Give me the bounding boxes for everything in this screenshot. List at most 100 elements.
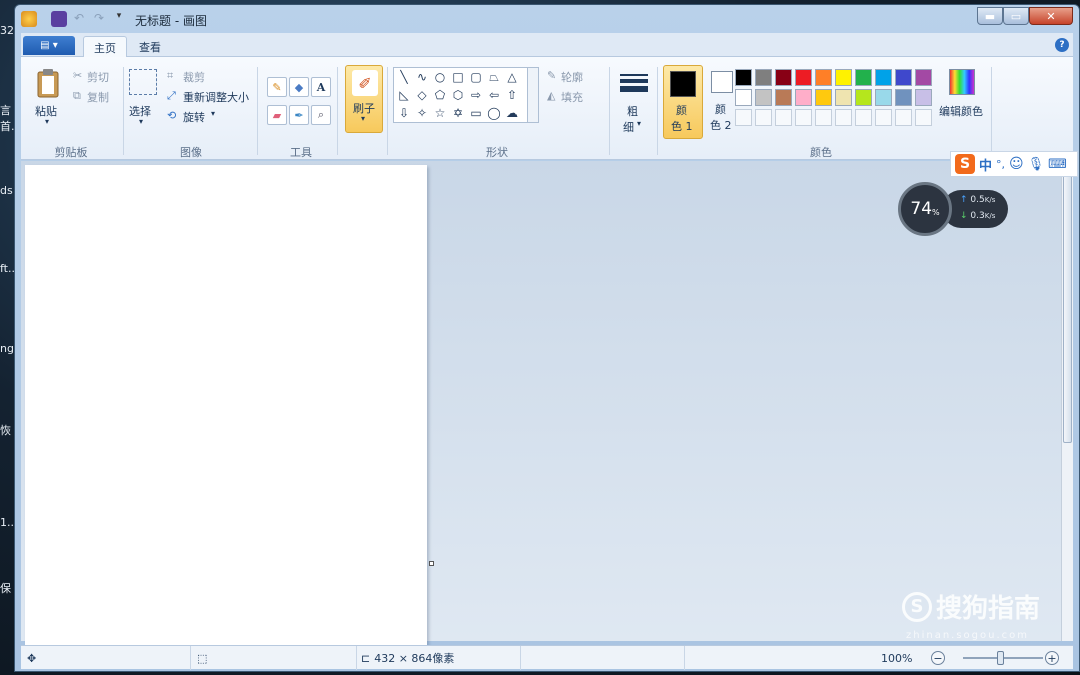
palette-swatch[interactable] (735, 69, 752, 86)
canvas-resize-handle[interactable] (429, 561, 434, 566)
palette-swatch[interactable] (855, 69, 872, 86)
zoom-slider-thumb[interactable] (997, 651, 1004, 665)
polygon-shape-icon[interactable]: ⏢ (486, 69, 502, 85)
size-dropdown-icon[interactable]: ▾ (637, 119, 641, 128)
drawing-canvas[interactable] (25, 165, 427, 645)
eraser-icon[interactable]: ▰ (267, 105, 287, 125)
palette-swatch-empty[interactable] (835, 109, 852, 126)
undo-icon[interactable]: ↶ (71, 11, 87, 27)
rotate-dropdown-icon[interactable]: ▾ (211, 109, 215, 118)
brush-button[interactable]: ✐ 刷子 ▾ (345, 65, 383, 133)
paste-dropdown-icon[interactable]: ▾ (45, 117, 49, 126)
app-icon[interactable] (21, 11, 37, 27)
palette-swatch-empty[interactable] (755, 109, 772, 126)
vertical-scrollbar[interactable] (1061, 161, 1073, 641)
five-point-star-shape-icon[interactable]: ☆ (432, 105, 448, 121)
emoji-icon[interactable]: ☺ (1009, 156, 1024, 172)
palette-swatch-empty[interactable] (895, 109, 912, 126)
size-lines-icon[interactable] (619, 69, 649, 97)
shapes-scrollbar[interactable] (527, 67, 539, 123)
text-tool-icon[interactable]: A (311, 77, 331, 97)
paste-icon[interactable] (35, 67, 61, 99)
size-label-bottom[interactable]: 细 (623, 119, 634, 135)
palette-swatch[interactable] (755, 89, 772, 106)
palette-swatch[interactable] (755, 69, 772, 86)
palette-swatch-empty[interactable] (795, 109, 812, 126)
close-button[interactable]: ✕ (1029, 7, 1073, 25)
palette-swatch[interactable] (915, 89, 932, 106)
redo-icon[interactable]: ↷ (91, 11, 107, 27)
ime-punct-toggle[interactable]: °, (996, 158, 1005, 171)
pentagon-shape-icon[interactable]: ⬠ (432, 87, 448, 103)
triangle-shape-icon[interactable]: △ (504, 69, 520, 85)
left-arrow-shape-icon[interactable]: ⇦ (486, 87, 502, 103)
palette-swatch[interactable] (775, 69, 792, 86)
four-point-star-shape-icon[interactable]: ✧ (414, 105, 430, 121)
maximize-button[interactable]: ▭ (1003, 7, 1029, 25)
select-icon[interactable] (129, 69, 157, 95)
zoom-out-button[interactable]: − (931, 651, 945, 665)
palette-swatch[interactable] (775, 89, 792, 106)
keyboard-icon[interactable]: ⌨ (1048, 157, 1067, 172)
oval-callout-shape-icon[interactable]: ◯ (486, 105, 502, 121)
diamond-shape-icon[interactable]: ◇ (414, 87, 430, 103)
palette-swatch-empty[interactable] (775, 109, 792, 126)
help-icon[interactable]: ? (1055, 38, 1069, 52)
right-arrow-shape-icon[interactable]: ⇨ (468, 87, 484, 103)
zoom-in-button[interactable]: + (1045, 651, 1059, 665)
palette-swatch[interactable] (895, 89, 912, 106)
palette-swatch[interactable] (835, 69, 852, 86)
color-picker-icon[interactable]: ✒ (289, 105, 309, 125)
minimize-button[interactable]: ▬ (977, 7, 1003, 25)
rect-callout-shape-icon[interactable]: ▭ (468, 105, 484, 121)
palette-swatch[interactable] (735, 89, 752, 106)
color2-label-bottom[interactable]: 色 2 (710, 117, 732, 133)
up-arrow-shape-icon[interactable]: ⇧ (504, 87, 520, 103)
palette-swatch[interactable] (795, 89, 812, 106)
palette-swatch-empty[interactable] (855, 109, 872, 126)
crop-button[interactable]: 裁剪 (183, 69, 205, 85)
rectangle-shape-icon[interactable]: □ (450, 69, 466, 85)
save-icon[interactable] (51, 11, 67, 27)
hexagon-shape-icon[interactable]: ⬡ (450, 87, 466, 103)
down-arrow-shape-icon[interactable]: ⇩ (396, 105, 412, 121)
network-monitor-widget[interactable]: ↑ 0.5K/s ↓ 0.3K/s 74% (898, 182, 1008, 236)
right-triangle-shape-icon[interactable]: ◺ (396, 87, 412, 103)
outline-dropdown[interactable]: 轮廓 (561, 69, 583, 85)
copy-button[interactable]: 复制 (87, 89, 109, 105)
palette-swatch[interactable] (815, 89, 832, 106)
magnifier-icon[interactable]: ⌕ (311, 105, 331, 125)
file-menu-button[interactable]: ▤ ▾ (23, 36, 75, 55)
line-shape-icon[interactable]: ╲ (396, 69, 412, 85)
palette-swatch[interactable] (895, 69, 912, 86)
fill-dropdown[interactable]: 填充 (561, 89, 583, 105)
palette-swatch[interactable] (875, 89, 892, 106)
ime-mode-toggle[interactable]: 中 (979, 155, 992, 174)
cloud-callout-shape-icon[interactable]: ☁ (504, 105, 520, 121)
fill-bucket-icon[interactable]: ◆ (289, 77, 309, 97)
palette-swatch-empty[interactable] (875, 109, 892, 126)
palette-swatch[interactable] (855, 89, 872, 106)
palette-swatch-empty[interactable] (815, 109, 832, 126)
microphone-icon[interactable]: 🎙 (1028, 157, 1045, 172)
palette-swatch[interactable] (875, 69, 892, 86)
palette-swatch[interactable] (815, 69, 832, 86)
tab-view[interactable]: 查看 (129, 36, 171, 58)
cut-button[interactable]: 剪切 (87, 69, 109, 85)
customize-qat-icon[interactable]: ▾ (111, 11, 127, 27)
pencil-icon[interactable]: ✎ (267, 77, 287, 97)
sogou-logo-icon[interactable]: S (955, 154, 975, 174)
oval-shape-icon[interactable]: ○ (432, 69, 448, 85)
rotate-button[interactable]: 旋转 (183, 109, 205, 125)
scrollbar-thumb[interactable] (1063, 173, 1072, 443)
palette-swatch[interactable] (915, 69, 932, 86)
edit-colors-icon[interactable] (949, 69, 975, 95)
edit-colors-button[interactable]: 编辑颜色 (939, 103, 983, 119)
rounded-rectangle-shape-icon[interactable]: ▢ (468, 69, 484, 85)
palette-swatch-empty[interactable] (735, 109, 752, 126)
curve-shape-icon[interactable]: ∿ (414, 69, 430, 85)
tab-home[interactable]: 主页 (83, 36, 127, 58)
color2-swatch[interactable] (711, 71, 733, 93)
palette-swatch[interactable] (795, 69, 812, 86)
six-point-star-shape-icon[interactable]: ✡ (450, 105, 466, 121)
